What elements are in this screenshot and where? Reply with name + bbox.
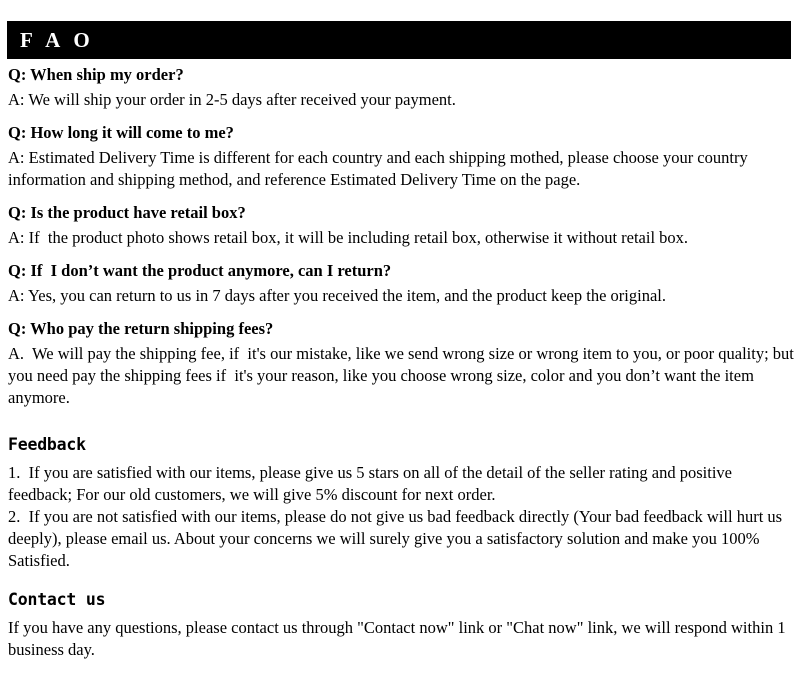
faq-question: Q: How long it will come to me? [8,123,234,142]
faq-item: Q: If I don’t want the product anymore, … [8,260,794,307]
contact-body: If you have any questions, please contac… [8,618,790,659]
feedback-heading: Feedback [8,435,86,454]
faq-answer: A: Estimated Delivery Time is different … [8,148,752,189]
faq-item: Q: Who pay the return shipping fees? A. … [8,318,794,409]
faq-answer: A: We will ship your order in 2-5 days a… [8,90,456,109]
feedback-item-2: 2. If you are not satisfied with our ite… [8,507,787,570]
faq-answer: A. We will pay the shipping fee, if it's… [8,344,798,407]
contact-heading: Contact us [8,590,106,609]
faq-question: Q: When ship my order? [8,65,184,84]
faq-item: Q: When ship my order? A: We will ship y… [8,64,794,111]
feedback-section: Feedback 1. If you are satisfied with ou… [8,434,794,572]
faq-answer: A: Yes, you can return to us in 7 days a… [8,286,666,305]
faq-content: Q: When ship my order? A: We will ship y… [8,64,794,661]
page-title: F A O [20,27,95,52]
feedback-item-1: 1. If you are satisfied with our items, … [8,463,737,504]
contact-section: Contact us If you have any questions, pl… [8,589,794,661]
faq-question: Q: If I don’t want the product anymore, … [8,261,392,280]
faq-page: F A O Q: When ship my order? A: We will … [0,0,800,700]
faq-question: Q: Who pay the return shipping fees? [8,319,274,338]
faq-item: Q: How long it will come to me? A: Estim… [8,122,794,191]
faq-title-bar: F A O [7,21,791,59]
faq-answer: A: If the product photo shows retail box… [8,228,689,247]
faq-item: Q: Is the product have retail box? A: If… [8,202,794,249]
faq-question: Q: Is the product have retail box? [8,203,246,222]
